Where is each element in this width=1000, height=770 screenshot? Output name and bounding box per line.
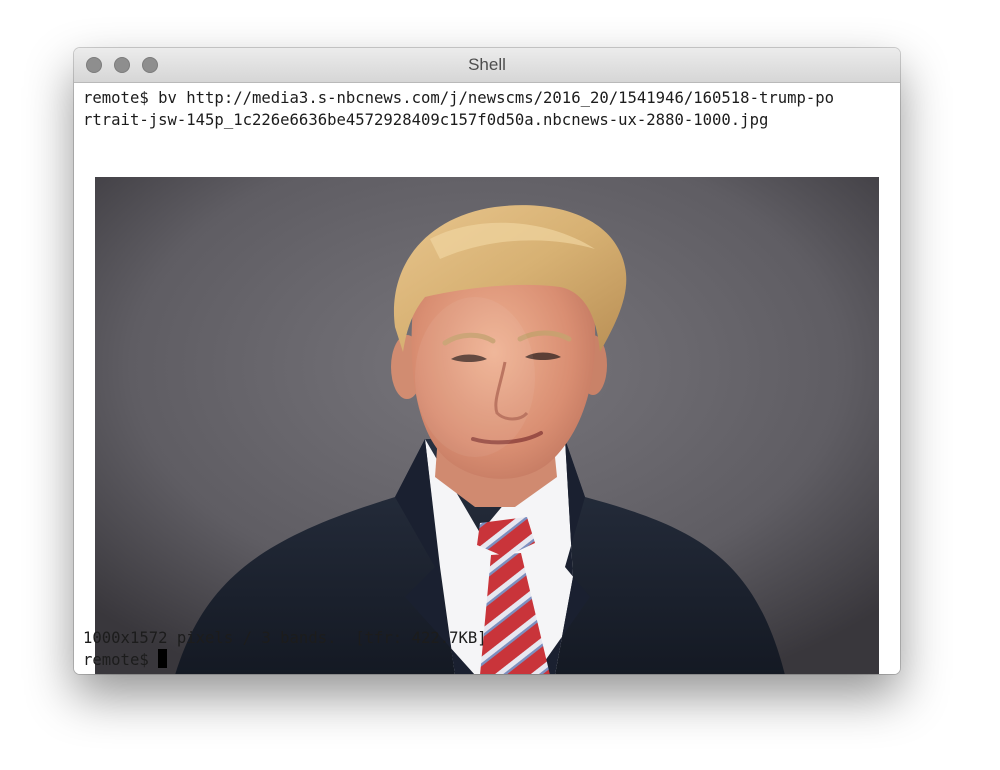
- title-bar[interactable]: Shell: [74, 48, 900, 83]
- terminal-area[interactable]: remote$ bv http://media3.s-nbcnews.com/j…: [74, 83, 900, 674]
- shell-window: Shell remote$ bv http://media3.s-nbcnews…: [74, 48, 900, 674]
- prompt-line[interactable]: remote$: [83, 649, 168, 671]
- displayed-portrait-image: [95, 177, 879, 674]
- window-title: Shell: [468, 55, 506, 74]
- command-line-1: remote$ bv http://media3.s-nbcnews.com/j…: [83, 89, 835, 107]
- output-line: 1000x1572 pixels / 3 bands. [tfr: 422.7K…: [83, 629, 487, 647]
- prompt-text: remote$: [83, 651, 159, 669]
- portrait-image-drawing: [95, 177, 879, 674]
- text-cursor: [158, 649, 168, 668]
- command-line-2: rtrait-jsw-145p_1c226e6636be4572928409c1…: [83, 111, 769, 129]
